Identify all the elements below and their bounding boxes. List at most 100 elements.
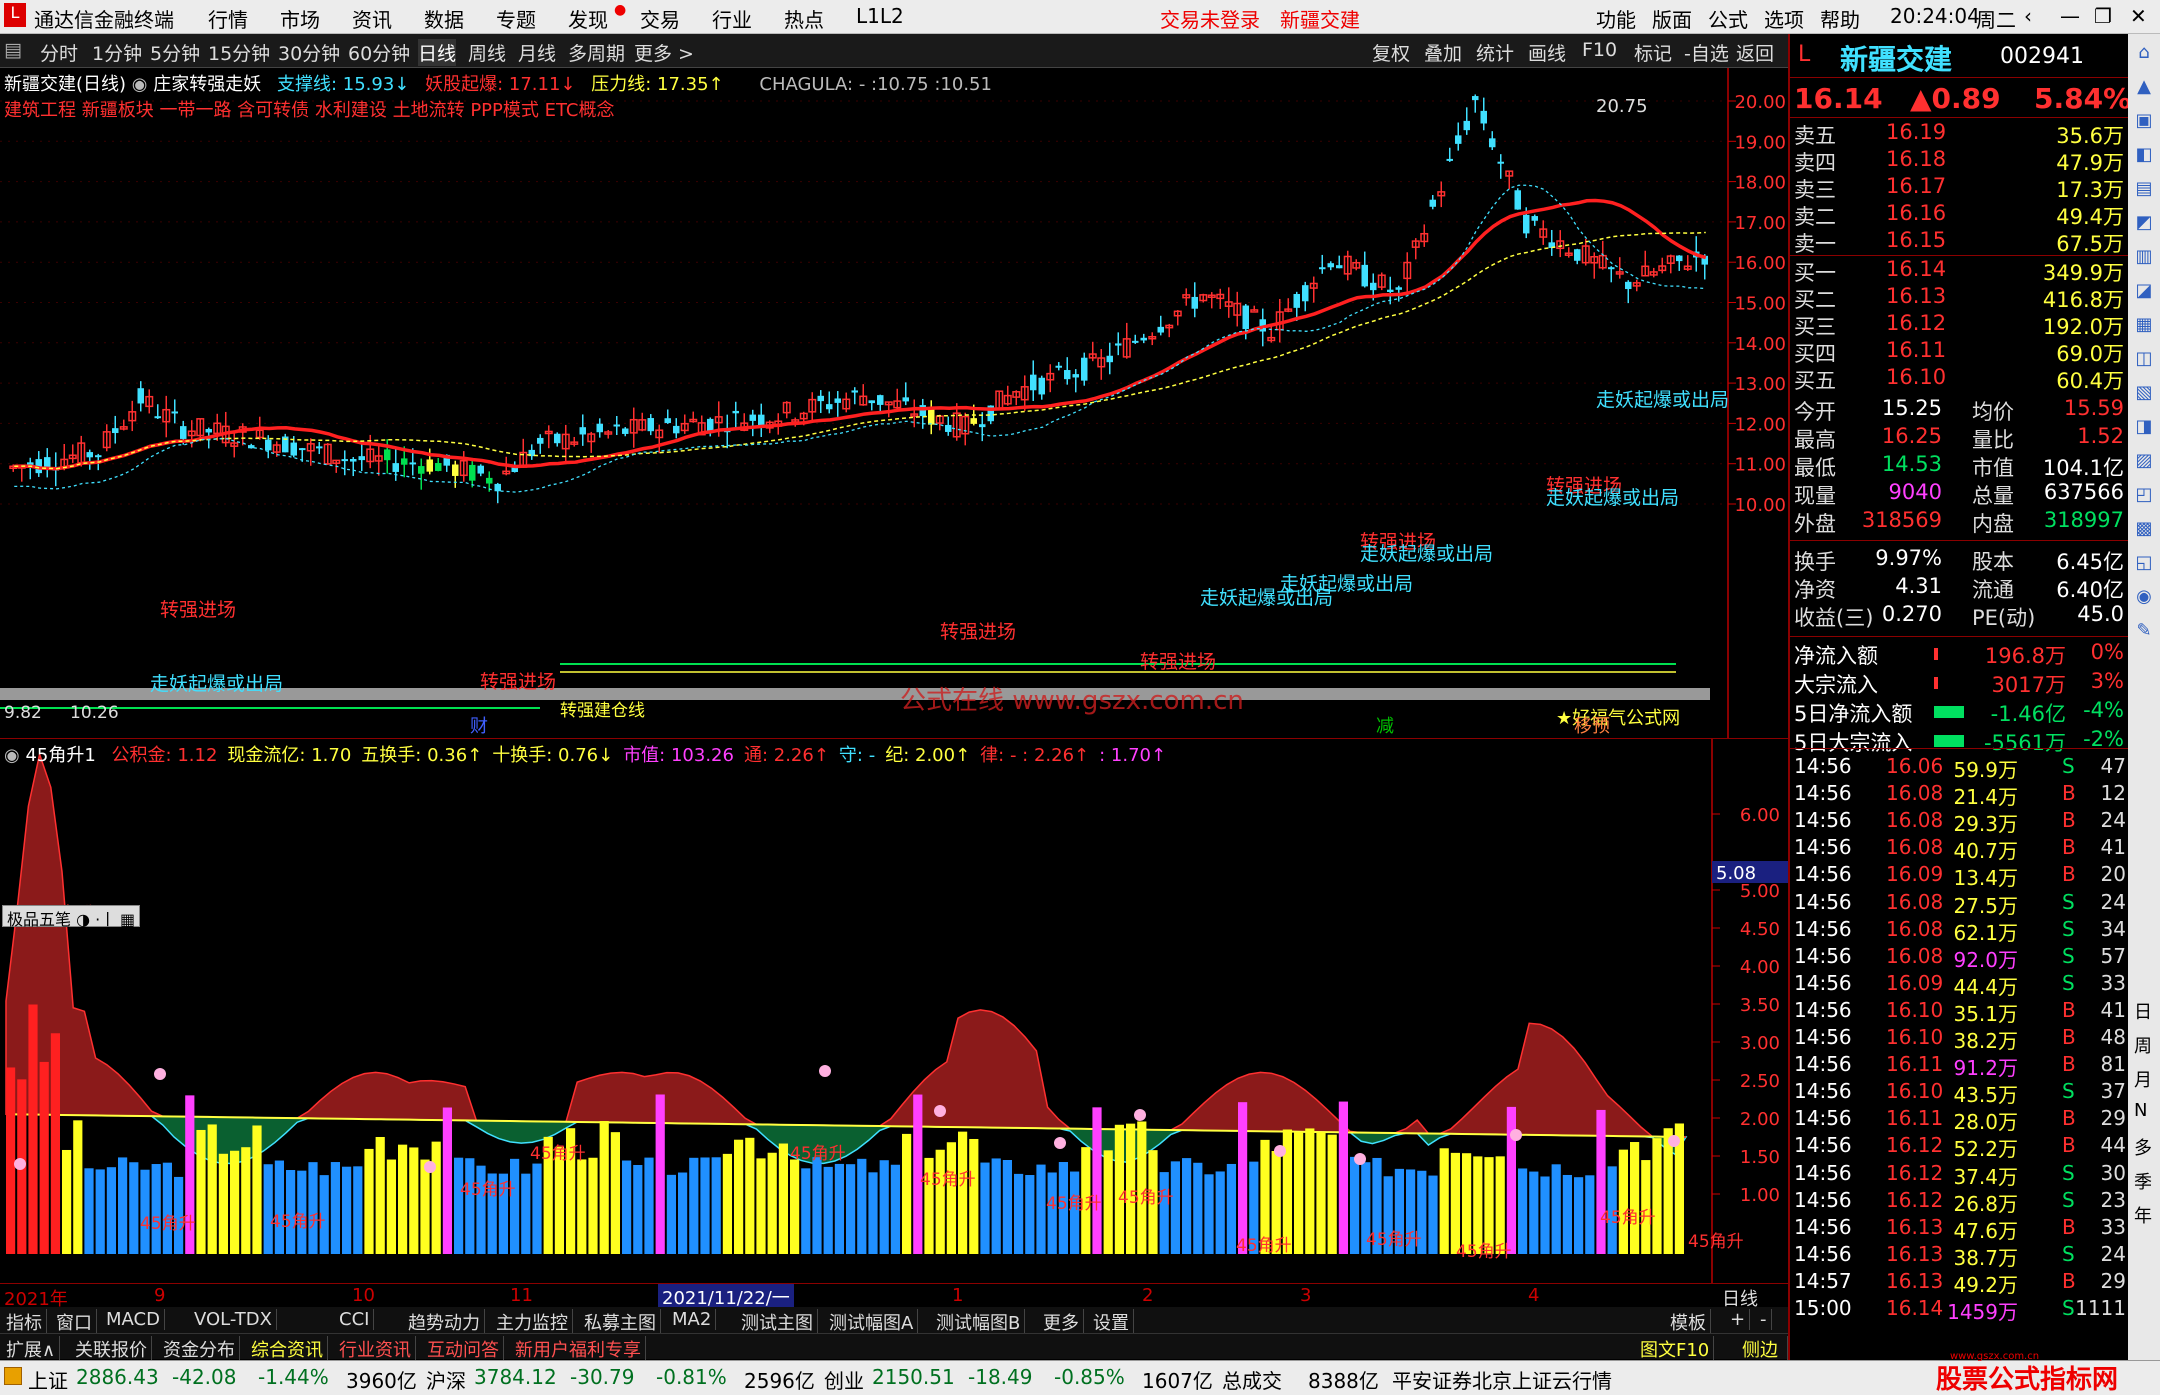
volume-bar[interactable]	[95, 1169, 105, 1254]
candle[interactable]	[928, 400, 935, 435]
menu-trade[interactable]: 交易	[640, 4, 680, 33]
candle[interactable]	[1106, 342, 1114, 375]
extension-tab[interactable]: 关联报价	[71, 1336, 152, 1362]
candle[interactable]	[1097, 349, 1106, 380]
candle[interactable]	[537, 434, 544, 454]
candle[interactable]	[145, 389, 154, 414]
period-side-button[interactable]: 日	[2134, 998, 2152, 1024]
candle[interactable]	[1064, 357, 1071, 385]
candle[interactable]	[638, 412, 647, 432]
candle[interactable]	[418, 458, 425, 490]
candle[interactable]	[154, 404, 162, 419]
volume-bar[interactable]	[342, 1166, 352, 1254]
volume-bar[interactable]	[1495, 1156, 1505, 1254]
extension-tab[interactable]: 综合资讯	[247, 1336, 328, 1362]
tick-row[interactable]: 14:56 16.09 13.4万 B 20	[1790, 862, 2130, 890]
candle[interactable]	[647, 414, 655, 436]
volume-bar[interactable]	[106, 1167, 116, 1254]
period-tab[interactable]: 15分钟	[208, 39, 270, 66]
candle[interactable]	[1224, 287, 1233, 318]
tick-row[interactable]: 14:56 16.12 37.4万 S 30	[1790, 1161, 2130, 1189]
candle[interactable]	[221, 411, 230, 447]
menu-options[interactable]: 选项	[1764, 4, 1804, 33]
candle[interactable]	[884, 401, 893, 418]
pen-icon[interactable]: ✎	[2132, 620, 2156, 644]
volume-bar[interactable]	[431, 1141, 441, 1254]
volume-bar[interactable]	[969, 1138, 979, 1254]
candle[interactable]	[1429, 195, 1437, 210]
candle[interactable]	[1343, 250, 1352, 281]
menu-layout[interactable]: 版面	[1652, 4, 1692, 33]
back-arrow-icon[interactable]: ‹	[2024, 4, 2032, 28]
order-book-row[interactable]: 卖二 16.16 49.4万	[1790, 201, 2130, 229]
candle[interactable]	[1403, 252, 1412, 294]
tick-row[interactable]: 14:56 16.08 29.3万 B 24	[1790, 808, 2130, 836]
volume-bar[interactable]	[375, 1136, 385, 1254]
candle[interactable]	[1309, 276, 1318, 303]
volume-bar[interactable]	[1204, 1174, 1214, 1254]
volume-bar[interactable]	[521, 1173, 531, 1254]
order-book-row[interactable]: 卖五 16.19 35.6万	[1790, 120, 2130, 148]
tick-row[interactable]: 14:56 16.06 59.9万 S 47	[1790, 754, 2130, 782]
candle[interactable]	[1165, 323, 1174, 338]
candle[interactable]	[1284, 298, 1293, 313]
volume-bar[interactable]	[1630, 1142, 1640, 1254]
candle[interactable]	[1319, 254, 1326, 274]
volume-bar[interactable]	[1652, 1138, 1662, 1254]
volume-bar[interactable]	[1585, 1175, 1595, 1254]
indicator-tab[interactable]: 更多	[1039, 1309, 1084, 1335]
volume-bar[interactable]	[62, 1149, 72, 1254]
candle[interactable]	[230, 431, 239, 458]
period-tab[interactable]: 5分钟	[150, 39, 200, 66]
extension-tab[interactable]: 资金分布	[159, 1336, 240, 1362]
volume-bar[interactable]	[1103, 1150, 1113, 1254]
candle[interactable]	[68, 444, 77, 463]
candle[interactable]	[27, 457, 34, 480]
volume-bar[interactable]	[823, 1166, 833, 1254]
volume-bar[interactable]	[140, 1169, 150, 1254]
candle[interactable]	[528, 444, 536, 460]
volume-bar[interactable]	[812, 1157, 822, 1254]
candle[interactable]	[1649, 267, 1658, 278]
toolbar-button[interactable]: 复权	[1372, 39, 1410, 66]
candle[interactable]	[655, 424, 664, 454]
menu-grid-icon[interactable]: ▤	[4, 39, 22, 61]
indicator-tab[interactable]: 窗口	[52, 1309, 97, 1335]
menu-industry[interactable]: 行业	[712, 4, 752, 33]
menu-quotes[interactable]: 行情	[208, 4, 248, 33]
candle[interactable]	[282, 433, 289, 453]
candle[interactable]	[544, 425, 553, 449]
indicator-tab[interactable]: MA2	[668, 1309, 717, 1330]
tick-row[interactable]: 14:56 16.08 40.7万 B 41	[1790, 835, 2130, 863]
volume-bar[interactable]	[308, 1162, 318, 1254]
volume-bar[interactable]	[1540, 1176, 1550, 1254]
candle[interactable]	[1531, 214, 1539, 226]
candle[interactable]	[86, 449, 94, 470]
tick-row[interactable]: 14:57 16.13 49.2万 B 29	[1790, 1269, 2130, 1297]
candle[interactable]	[1122, 322, 1131, 359]
candle[interactable]	[1574, 248, 1581, 265]
candle[interactable]	[1275, 298, 1284, 343]
volume-bar[interactable]	[678, 1172, 688, 1254]
indicator-tab[interactable]: CCI	[335, 1309, 375, 1330]
candle[interactable]	[868, 400, 876, 411]
volume-bar[interactable]	[1036, 1164, 1046, 1254]
candle[interactable]	[961, 412, 970, 446]
index-name[interactable]: 上证	[28, 1365, 68, 1394]
candle[interactable]	[758, 403, 765, 437]
volume-bar[interactable]	[353, 1166, 363, 1254]
period-tab-more[interactable]: 更多 >	[634, 39, 694, 66]
candle[interactable]	[119, 419, 128, 431]
volume-bar[interactable]	[420, 1159, 430, 1254]
indicator-tab[interactable]: 趋势动力	[404, 1309, 485, 1335]
volume-bar[interactable]	[218, 1153, 228, 1254]
candle[interactable]	[1437, 181, 1446, 208]
tick-row[interactable]: 14:56 16.11 28.0万 B 29	[1790, 1106, 2130, 1134]
volume-bar[interactable]	[890, 1164, 900, 1254]
indicator-toggle-icon[interactable]: ◉	[4, 745, 25, 766]
candle[interactable]	[238, 423, 247, 446]
volume-bar[interactable]	[1439, 1148, 1449, 1254]
menu-discover[interactable]: 发现	[568, 4, 608, 33]
candle[interactable]	[877, 394, 884, 413]
candle[interactable]	[554, 432, 561, 447]
